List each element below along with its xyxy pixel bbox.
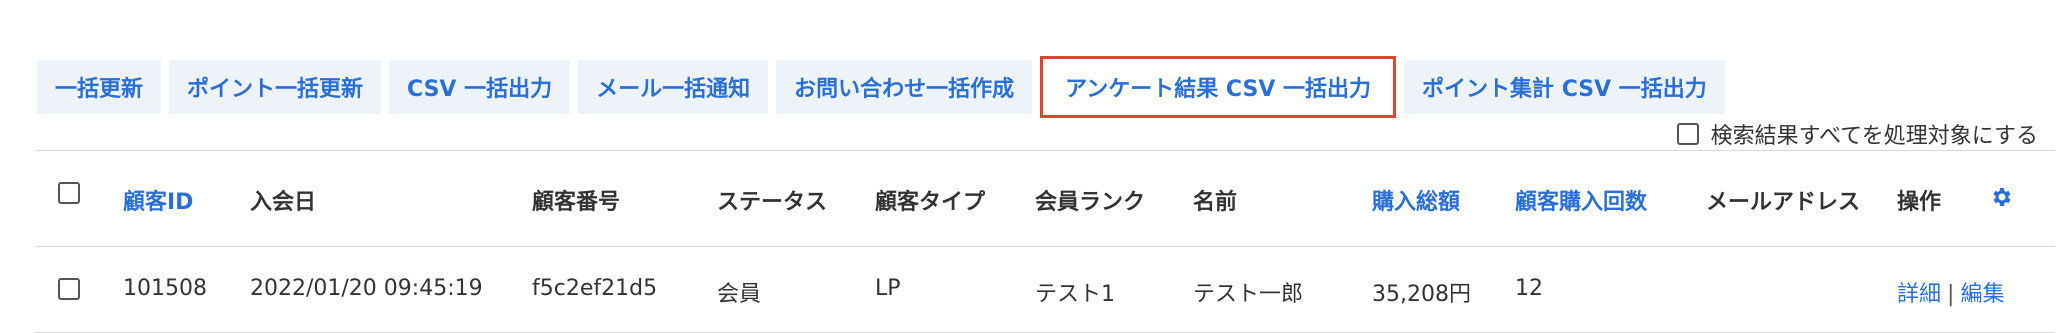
edit-link[interactable]: 編集 xyxy=(1960,282,2004,307)
header-select-checkbox[interactable] xyxy=(58,182,80,204)
bulk-mail-notify-button[interactable]: メール一括通知 xyxy=(578,60,769,114)
column-customer-id[interactable]: 顧客ID xyxy=(123,184,193,216)
cell-customer-type: LP xyxy=(875,276,901,301)
select-all-checkbox[interactable] xyxy=(1676,123,1699,145)
select-all-label: 検索結果すべてを処理対象にする xyxy=(1710,124,2038,149)
cell-purchase-count: 12 xyxy=(1515,276,1543,301)
column-email: メールアドレス xyxy=(1706,190,1861,215)
table-row: 101508 2022/01/20 09:45:19 f5c2ef21d5 会員… xyxy=(35,247,2055,333)
cell-customer-number: f5c2ef21d5 xyxy=(532,276,658,301)
survey-csv-export-button[interactable]: アンケート結果 CSV 一括出力 xyxy=(1040,56,1397,118)
column-member-rank: 会員ランク xyxy=(1035,190,1146,215)
gear-icon[interactable] xyxy=(1990,185,2014,209)
cell-actions: 詳細 | 編集 xyxy=(1897,276,2004,308)
column-purchase-count[interactable]: 顧客購入回数 xyxy=(1515,184,1647,216)
bulk-csv-export-button[interactable]: CSV 一括出力 xyxy=(389,60,571,114)
bulk-update-button[interactable]: 一括更新 xyxy=(37,60,162,114)
bulk-point-update-button[interactable]: ポイント一括更新 xyxy=(169,60,382,114)
action-separator: | xyxy=(1947,282,1955,307)
column-join-date: 入会日 xyxy=(250,190,317,215)
column-customer-number: 顧客番号 xyxy=(532,190,621,215)
bulk-action-toolbar: 一括更新 ポイント一括更新 CSV 一括出力 メール一括通知 お問い合わせ一括作… xyxy=(37,56,1725,118)
column-actions: 操作 xyxy=(1897,190,1942,215)
row-select-checkbox[interactable] xyxy=(58,278,80,300)
cell-join-date: 2022/01/20 09:45:19 xyxy=(250,276,483,301)
cell-customer-id: 101508 xyxy=(123,276,207,301)
cell-purchase-total: 35,208円 xyxy=(1372,282,1471,307)
column-status: ステータス xyxy=(717,190,828,215)
cell-member-rank: テスト1 xyxy=(1035,282,1115,307)
table-header-row: 顧客ID 入会日 顧客番号 ステータス 顧客タイプ 会員ランク 名前 購入総額 … xyxy=(35,150,2055,247)
column-name: 名前 xyxy=(1193,190,1238,215)
point-summary-csv-export-button[interactable]: ポイント集計 CSV 一括出力 xyxy=(1404,60,1725,114)
column-customer-type: 顧客タイプ xyxy=(875,190,986,215)
customer-table: 顧客ID 入会日 顧客番号 ステータス 顧客タイプ 会員ランク 名前 購入総額 … xyxy=(35,150,2055,333)
cell-name: テスト一郎 xyxy=(1193,282,1304,307)
cell-status: 会員 xyxy=(717,282,762,307)
column-purchase-total[interactable]: 購入総額 xyxy=(1372,184,1460,216)
select-all-results[interactable]: 検索結果すべてを処理対象にする xyxy=(1676,118,2038,150)
detail-link[interactable]: 詳細 xyxy=(1897,282,1941,307)
bulk-inquiry-create-button[interactable]: お問い合わせ一括作成 xyxy=(776,60,1033,114)
